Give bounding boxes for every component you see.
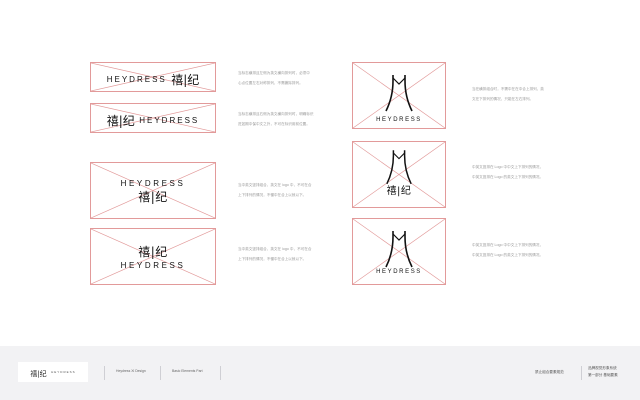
description-c: 当中英文竖排组合，英文在 logo 中，不可在合 上下排列的情况，不懂中在合上以… — [238, 183, 312, 197]
logo-english: HEYDRESS — [120, 179, 186, 188]
footer-system-title: 品牌视觉形象系统 — [588, 366, 617, 370]
logo-chinese: 禧|纪 — [386, 186, 412, 197]
logo-english: HEYDRESS — [376, 269, 422, 275]
footer-section-title: 禁止组合要素规范 — [535, 370, 564, 374]
misuse-example-1: HEYDRESS 禧|纪 — [90, 62, 216, 92]
description-d: 当中英文竖排组合，英文在 logo 中，不可在合 上下排列的情况，不懂中在合上以… — [238, 247, 312, 261]
description-f: 中英文竖排在 Logo 中中文上下排列的情况， 中英文竖排在 Logo 的英文上… — [472, 165, 544, 179]
misuse-example-5: HEYDRESS — [352, 62, 446, 129]
logo-horizontal: HEYDRESS 禧|纪 — [91, 72, 215, 88]
footer-project-name: Heydress Xi Design — [116, 369, 146, 373]
footer-part-title: 第一部分 基础要素 — [588, 373, 618, 377]
misuse-example-6: 禧|纪 — [352, 141, 446, 208]
description-g: 中英文竖排在 Logo 中中文上下排列的情况， 中英文竖排在 Logo 的英文上… — [472, 243, 544, 257]
footer-section-name: Basic Elements Part — [172, 369, 203, 373]
description-e: 当在横排组合时，不需中在在中合上排列，英 文在下排列的情况，只能在左右排列。 — [472, 87, 544, 101]
misuse-example-7: HEYDRESS — [352, 218, 446, 285]
dress-emblem-icon — [385, 231, 413, 268]
misuse-example-3: HEYDRESS 禧|纪 — [90, 162, 216, 219]
logo-chinese: 禧|纪 — [138, 190, 168, 204]
dress-emblem-icon — [386, 150, 412, 185]
footer-logo-english: HEYDRESS — [51, 370, 76, 374]
description-b: 当标志横排且右侧为英文横向排列时，明确标识 进如期中保中文之外，不可在标识用前位… — [238, 112, 314, 126]
logo-english: HEYDRESS — [139, 115, 200, 125]
description-a: 当标志横排且左侧为英文横向排列时，必须中 心点位置左右对称排列，不需撇除排列。 — [238, 71, 310, 85]
footer-logo: 禧|纪 HEYDRESS — [18, 362, 88, 382]
footer-logo-chinese: 禧|纪 — [30, 370, 47, 379]
logo-chinese: 禧|纪 — [106, 113, 135, 128]
footer-divider — [160, 366, 161, 380]
logo-chinese: 禧|纪 — [138, 245, 168, 259]
logo-english: HEYDRESS — [376, 117, 422, 123]
logo-english: HEYDRESS — [106, 74, 167, 84]
logo-horizontal-reversed: 禧|纪 HEYDRESS — [91, 113, 215, 129]
dress-emblem-icon — [385, 75, 413, 112]
logo-chinese: 禧|纪 — [171, 72, 200, 87]
footer-divider — [581, 366, 582, 380]
misuse-example-2: 禧|纪 HEYDRESS — [90, 103, 216, 133]
logo-english: HEYDRESS — [120, 261, 186, 270]
footer-divider — [104, 366, 105, 380]
misuse-example-4: 禧|纪 HEYDRESS — [90, 228, 216, 285]
footer-divider — [220, 366, 221, 380]
